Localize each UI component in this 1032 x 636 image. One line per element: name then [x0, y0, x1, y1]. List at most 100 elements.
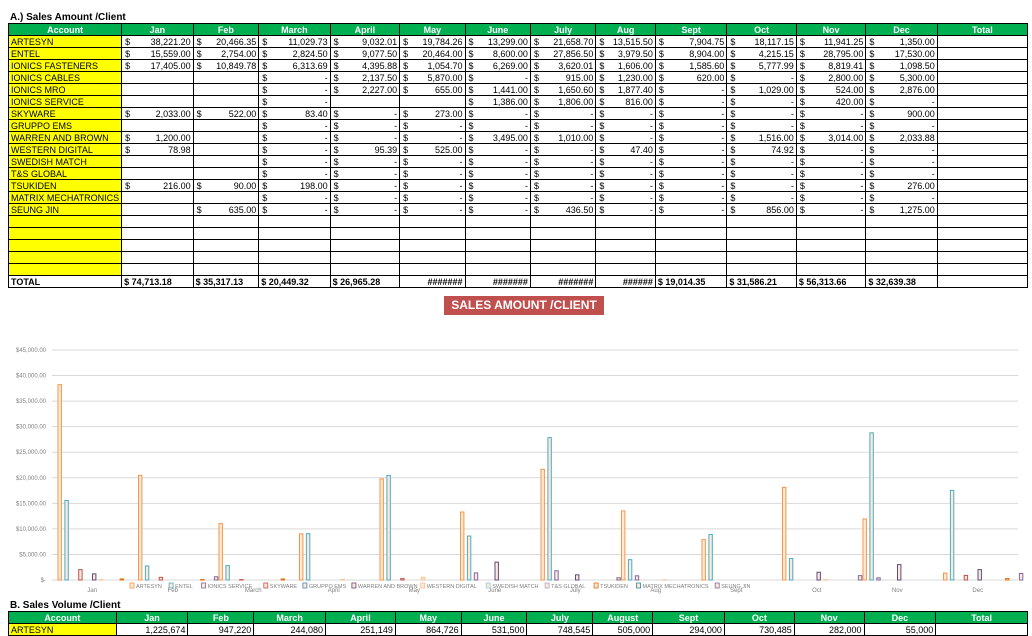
total-cell[interactable]: $ 32,639.38 — [866, 276, 937, 288]
value-cell[interactable]: $420.00 — [796, 96, 866, 108]
legend-label[interactable]: ARTESYN — [136, 584, 162, 590]
value-cell[interactable]: $10,849.78 — [193, 60, 259, 72]
value-cell[interactable] — [465, 240, 530, 252]
total-cell[interactable]: $ 26,965.28 — [330, 276, 400, 288]
legend-label[interactable]: WARREN AND BROWN — [358, 584, 418, 590]
bar[interactable] — [576, 575, 579, 580]
value-cell[interactable] — [937, 132, 1027, 144]
bar[interactable] — [65, 500, 68, 580]
value-cell[interactable]: $900.00 — [866, 108, 937, 120]
bar[interactable] — [870, 433, 873, 580]
column-header[interactable]: Oct — [724, 612, 794, 624]
value-cell[interactable]: $3,014.00 — [796, 132, 866, 144]
value-cell[interactable]: $635.00 — [193, 204, 259, 216]
value-cell[interactable]: $95.39 — [330, 144, 400, 156]
value-cell[interactable] — [937, 204, 1027, 216]
value-cell[interactable] — [655, 252, 726, 264]
bar[interactable] — [495, 562, 498, 580]
value-cell[interactable]: $- — [866, 156, 937, 168]
bar[interactable] — [863, 519, 866, 580]
value-cell[interactable]: $8,904.00 — [655, 48, 726, 60]
value-cell[interactable]: $1,606.00 — [596, 60, 656, 72]
value-cell[interactable]: $- — [655, 84, 726, 96]
value-cell[interactable]: $- — [596, 120, 656, 132]
total-cell[interactable] — [937, 276, 1027, 288]
value-cell[interactable]: $- — [727, 168, 797, 180]
value-cell[interactable]: $6,313.69 — [259, 60, 330, 72]
value-cell[interactable] — [937, 228, 1027, 240]
value-cell[interactable] — [122, 120, 193, 132]
bar[interactable] — [548, 438, 551, 580]
value-cell[interactable] — [193, 156, 259, 168]
column-header[interactable]: June — [465, 24, 530, 36]
account-cell[interactable]: MATRIX MECHATRONICS — [9, 192, 122, 204]
value-cell[interactable]: $5,870.00 — [400, 72, 465, 84]
value-cell[interactable] — [796, 252, 866, 264]
value-cell[interactable] — [530, 264, 595, 276]
total-cell[interactable]: $ 31,586.21 — [727, 276, 797, 288]
value-cell[interactable]: $- — [400, 204, 465, 216]
value-cell[interactable]: $1,098.50 — [866, 60, 937, 72]
value-cell[interactable]: $- — [465, 156, 530, 168]
value-cell[interactable]: $- — [727, 192, 797, 204]
value-cell[interactable]: $28,795.00 — [796, 48, 866, 60]
value-cell[interactable]: $216.00 — [122, 180, 193, 192]
column-header[interactable]: Total — [937, 24, 1027, 36]
column-header[interactable]: Sept — [655, 24, 726, 36]
value-cell[interactable] — [655, 228, 726, 240]
value-cell[interactable] — [937, 240, 1027, 252]
value-cell[interactable] — [122, 192, 193, 204]
value-cell[interactable] — [400, 228, 465, 240]
value-cell[interactable] — [596, 228, 656, 240]
total-label[interactable]: TOTAL — [9, 276, 122, 288]
sales-amount-chart[interactable]: $-$5,000.00$10,000.00$15,000.00$20,000.0… — [8, 340, 1028, 600]
bar[interactable] — [817, 572, 820, 580]
value-cell[interactable] — [530, 240, 595, 252]
value-cell[interactable]: $6,269.00 — [465, 60, 530, 72]
value-cell[interactable] — [400, 252, 465, 264]
value-cell[interactable] — [330, 240, 400, 252]
value-cell[interactable]: $1,275.00 — [866, 204, 937, 216]
legend-label[interactable]: TSUKIDEN — [600, 584, 628, 590]
account-cell[interactable] — [9, 264, 122, 276]
value-cell[interactable]: $- — [400, 192, 465, 204]
value-cell[interactable] — [727, 228, 797, 240]
value-cell[interactable] — [530, 216, 595, 228]
bar[interactable] — [950, 490, 953, 580]
value-cell[interactable] — [259, 240, 330, 252]
value-cell[interactable]: $- — [866, 192, 937, 204]
account-cell[interactable]: IONICS FASTENERS — [9, 60, 122, 72]
value-cell[interactable] — [330, 228, 400, 240]
value-cell[interactable]: $- — [530, 144, 595, 156]
value-cell[interactable] — [259, 264, 330, 276]
account-cell[interactable]: ENTEL — [9, 48, 122, 60]
value-cell[interactable] — [400, 240, 465, 252]
value-cell[interactable]: $- — [866, 168, 937, 180]
value-cell[interactable]: $83.40 — [259, 108, 330, 120]
bar[interactable] — [622, 511, 625, 580]
value-cell[interactable]: $- — [330, 180, 400, 192]
value-cell[interactable]: $1,010.00 — [530, 132, 595, 144]
value-cell[interactable]: $- — [727, 72, 797, 84]
bar[interactable] — [159, 577, 162, 580]
column-header[interactable]: July — [530, 24, 595, 36]
value-cell[interactable] — [193, 264, 259, 276]
value-cell[interactable]: $2,754.00 — [193, 48, 259, 60]
value-cell[interactable]: $1,806.00 — [530, 96, 595, 108]
value-cell[interactable] — [122, 240, 193, 252]
value-cell[interactable]: $20,464.00 — [400, 48, 465, 60]
bar[interactable] — [1006, 579, 1009, 580]
value-cell[interactable] — [727, 240, 797, 252]
bar[interactable] — [702, 540, 705, 580]
value-cell[interactable]: $- — [596, 108, 656, 120]
value-cell[interactable] — [193, 252, 259, 264]
account-cell[interactable]: TSUKIDEN — [9, 180, 122, 192]
value-cell[interactable]: $- — [400, 168, 465, 180]
account-cell[interactable]: WARREN AND BROWN — [9, 132, 122, 144]
value-cell[interactable]: $- — [596, 180, 656, 192]
value-cell[interactable] — [193, 240, 259, 252]
value-cell[interactable] — [796, 216, 866, 228]
value-cell[interactable]: $- — [727, 180, 797, 192]
value-cell[interactable] — [122, 72, 193, 84]
value-cell[interactable]: $13,515.50 — [596, 36, 656, 48]
